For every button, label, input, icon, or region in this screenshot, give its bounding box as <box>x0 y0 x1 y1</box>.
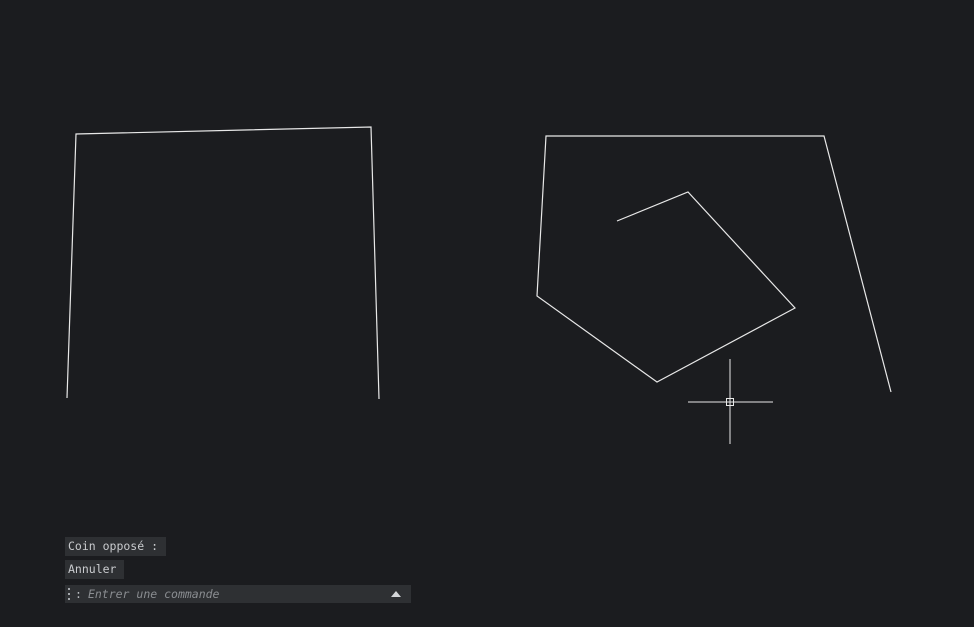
command-input[interactable] <box>87 586 385 602</box>
caret-up-icon[interactable] <box>385 585 407 603</box>
open-polyline-left[interactable] <box>66 126 380 400</box>
drawing-canvas[interactable] <box>0 0 974 627</box>
command-history-line: Annuler <box>65 560 125 579</box>
crosshair-cursor-icon <box>688 359 773 444</box>
command-prompt-symbol: : <box>75 587 82 601</box>
command-history-line: Coin opposé : <box>65 537 167 556</box>
command-line-bar: : <box>65 585 411 603</box>
drawing-geometry <box>66 126 892 444</box>
open-polyline-right[interactable] <box>536 135 892 393</box>
grip-handle-icon[interactable] <box>67 587 73 601</box>
